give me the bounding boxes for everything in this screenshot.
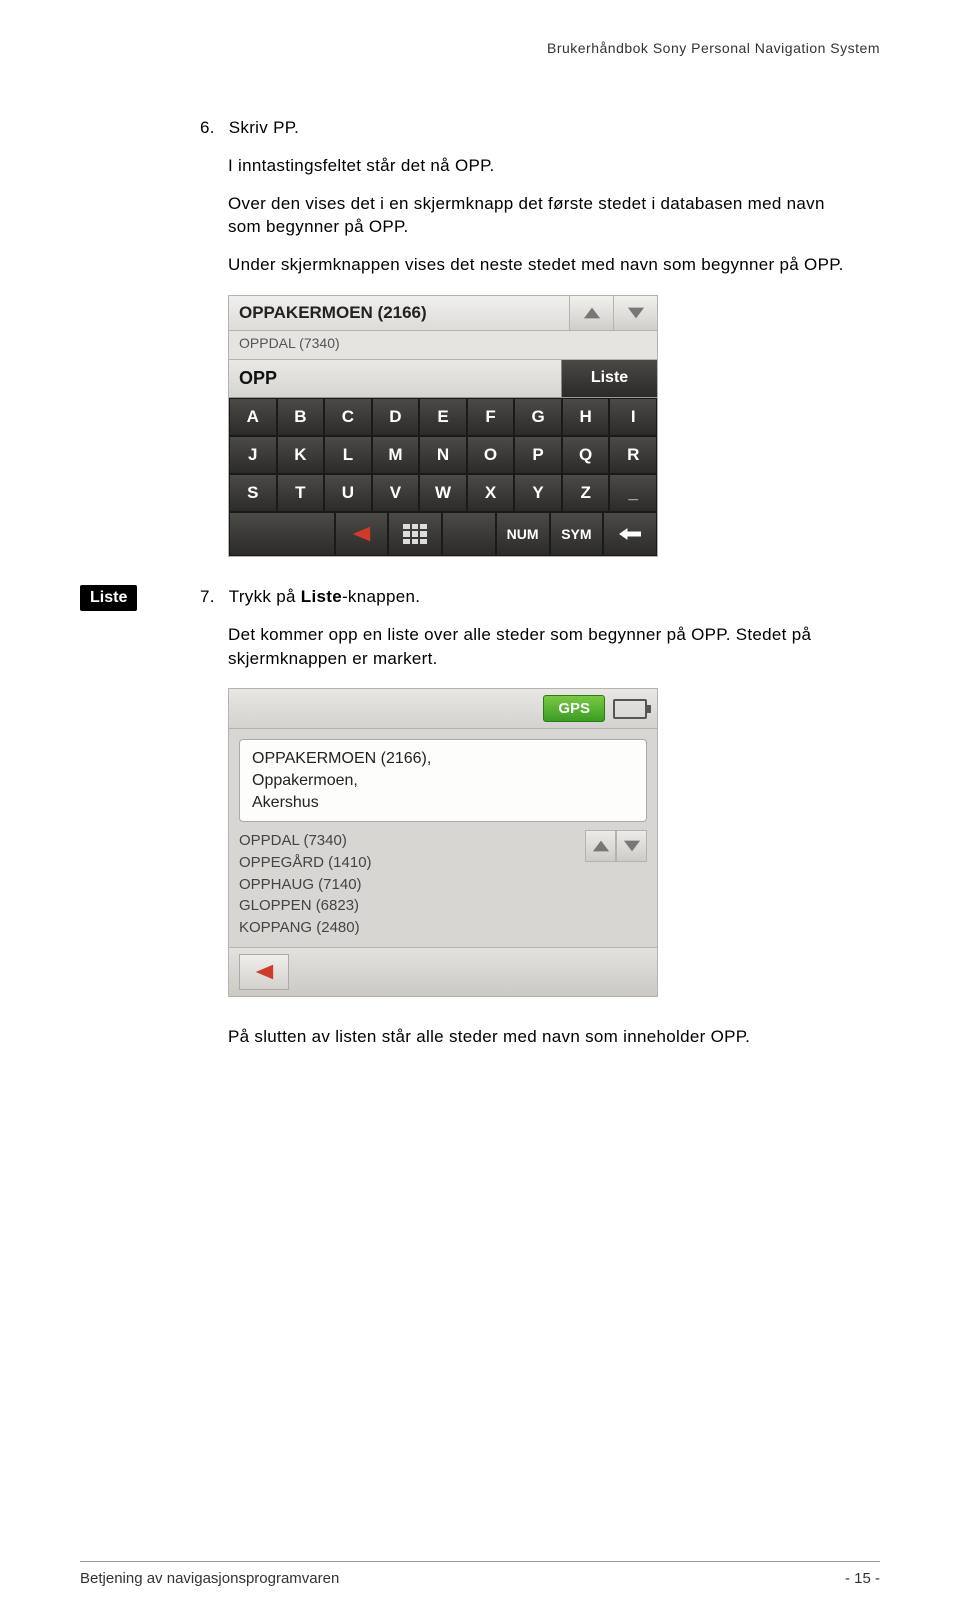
results-topbar: GPS <box>229 689 657 729</box>
results-bottombar <box>229 947 657 996</box>
key-i[interactable]: I <box>609 398 657 436</box>
key-h[interactable]: H <box>562 398 610 436</box>
step6-line1: 6. Skriv PP. <box>200 116 850 140</box>
key-n[interactable]: N <box>419 436 467 474</box>
back-triangle-button[interactable] <box>335 512 389 556</box>
key-l[interactable]: L <box>324 436 372 474</box>
key-m[interactable]: M <box>372 436 420 474</box>
keyboard-bottom-row: NUM SYM <box>229 512 657 556</box>
step6-text1: Skriv PP. <box>229 116 850 140</box>
selected-result-line: Akershus <box>252 792 634 814</box>
key-x[interactable]: X <box>467 474 515 512</box>
triangle-down-icon <box>627 306 645 320</box>
text-input[interactable]: OPP <box>229 360 561 397</box>
key-z[interactable]: Z <box>562 474 610 512</box>
step7-line2: Det kommer opp en liste over alle steder… <box>228 623 850 671</box>
backspace-arrow-icon <box>619 525 641 543</box>
key-p[interactable]: P <box>514 436 562 474</box>
liste-button[interactable]: Liste <box>561 360 657 397</box>
list-item[interactable]: KOPPANG (2480) <box>239 917 585 939</box>
after-results-text: På slutten av listen står alle steder me… <box>228 1025 850 1049</box>
step6-line3: Over den vises det i en skjermknapp det … <box>228 192 850 240</box>
suggest-main-button[interactable]: OPPAKERMOEN (2166) <box>229 297 569 329</box>
sym-button[interactable]: SYM <box>550 512 604 556</box>
numpad-mode-button[interactable] <box>388 512 442 556</box>
key-b[interactable]: B <box>277 398 325 436</box>
key-d[interactable]: D <box>372 398 420 436</box>
results-scroll-down[interactable] <box>616 830 647 862</box>
step6-line2: I inntastingsfeltet står det nå OPP. <box>228 154 850 178</box>
results-scroll-up[interactable] <box>585 830 616 862</box>
triangle-left-icon <box>350 525 372 543</box>
battery-icon <box>613 699 647 719</box>
key-u[interactable]: U <box>324 474 372 512</box>
key-_[interactable]: _ <box>609 474 657 512</box>
footer-right: - 15 - <box>845 1570 880 1587</box>
list-item[interactable]: OPPHAUG (7140) <box>239 874 585 896</box>
keyboard-keys: ABCDEFGHI JKLMNOPQR STUVWXYZ_ <box>229 398 657 512</box>
blank-key-mid[interactable] <box>442 512 496 556</box>
triangle-up-icon <box>583 306 601 320</box>
gps-indicator: GPS <box>543 695 605 722</box>
num-button[interactable]: NUM <box>496 512 550 556</box>
suggest-up-button[interactable] <box>569 296 613 330</box>
key-e[interactable]: E <box>419 398 467 436</box>
step6-line4: Under skjermknappen vises det neste sted… <box>228 253 850 277</box>
key-k[interactable]: K <box>277 436 325 474</box>
blank-key-left[interactable] <box>229 512 335 556</box>
list-item[interactable]: OPPEGÅRD (1410) <box>239 852 585 874</box>
step7-text1: Trykk på Liste-knappen. <box>229 585 850 609</box>
key-f[interactable]: F <box>467 398 515 436</box>
step6-number: 6. <box>200 116 215 140</box>
triangle-left-icon <box>253 963 275 981</box>
selected-result-line: Oppakermoen, <box>252 770 634 792</box>
key-r[interactable]: R <box>609 436 657 474</box>
step7-line1: 7. Trykk på Liste-knappen. <box>200 585 850 609</box>
key-a[interactable]: A <box>229 398 277 436</box>
step7-bold: Liste <box>301 587 342 606</box>
step7-pre: Trykk på <box>229 587 301 606</box>
keyboard-widget: OPPAKERMOEN (2166) OPPDAL (7340) OPP Lis… <box>228 295 658 557</box>
step7-number: 7. <box>200 585 215 609</box>
suggest-down-button[interactable] <box>613 296 657 330</box>
triangle-down-icon <box>623 839 641 853</box>
key-s[interactable]: S <box>229 474 277 512</box>
key-w[interactable]: W <box>419 474 467 512</box>
footer-left: Betjening av navigasjonsprogramvaren <box>80 1570 339 1587</box>
key-c[interactable]: C <box>324 398 372 436</box>
results-back-button[interactable] <box>239 954 289 990</box>
list-item[interactable]: GLOPPEN (6823) <box>239 895 585 917</box>
grid-icon <box>403 524 427 544</box>
triangle-up-icon <box>592 839 610 853</box>
key-y[interactable]: Y <box>514 474 562 512</box>
step7-post: -knappen. <box>342 587 420 606</box>
results-scroll <box>585 830 647 939</box>
key-t[interactable]: T <box>277 474 325 512</box>
page-footer: Betjening av navigasjonsprogramvaren - 1… <box>80 1561 880 1587</box>
suggest-row: OPPAKERMOEN (2166) <box>229 296 657 331</box>
key-q[interactable]: Q <box>562 436 610 474</box>
selected-result-line: OPPAKERMOEN (2166), <box>252 748 634 770</box>
key-j[interactable]: J <box>229 436 277 474</box>
results-widget: GPS OPPAKERMOEN (2166),Oppakermoen,Akers… <box>228 688 658 997</box>
key-g[interactable]: G <box>514 398 562 436</box>
liste-side-badge: Liste <box>80 585 137 611</box>
backspace-button[interactable] <box>603 512 657 556</box>
list-item[interactable]: OPPDAL (7340) <box>239 830 585 852</box>
selected-result[interactable]: OPPAKERMOEN (2166),Oppakermoen,Akershus <box>239 739 647 822</box>
page-header: Brukerhåndbok Sony Personal Navigation S… <box>80 40 880 56</box>
other-results: OPPDAL (7340)OPPEGÅRD (1410)OPPHAUG (714… <box>239 830 585 939</box>
key-v[interactable]: V <box>372 474 420 512</box>
suggest-sub: OPPDAL (7340) <box>229 331 657 360</box>
key-o[interactable]: O <box>467 436 515 474</box>
